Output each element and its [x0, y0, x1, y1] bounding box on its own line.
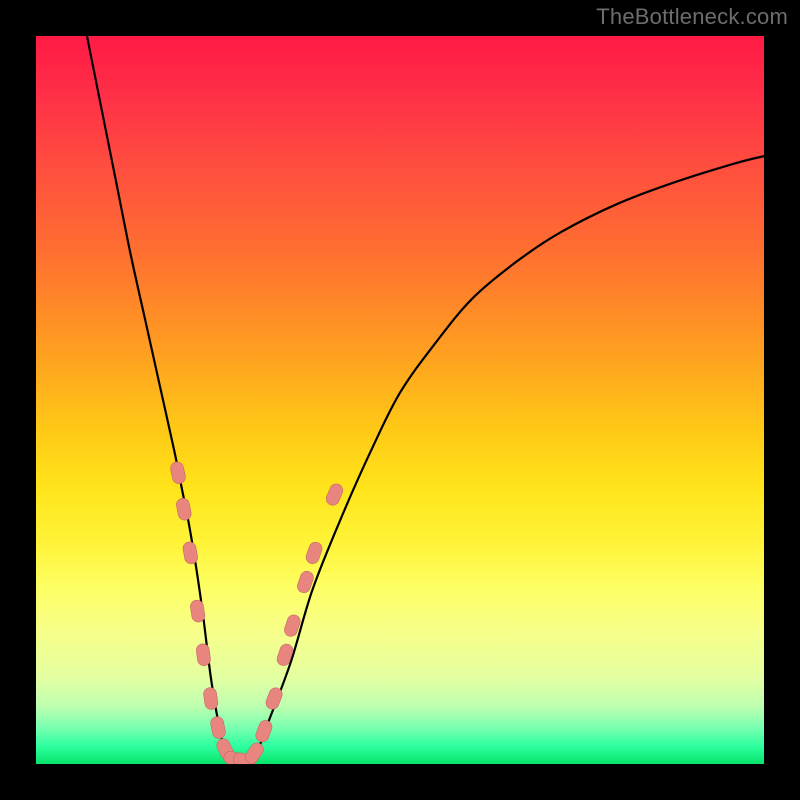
- data-marker: [254, 719, 274, 744]
- data-marker: [275, 642, 294, 667]
- chart-svg: [36, 36, 764, 764]
- data-marker: [175, 497, 192, 521]
- watermark-text: TheBottleneck.com: [596, 4, 788, 30]
- data-marker: [203, 687, 219, 711]
- bottleneck-curve: [87, 36, 764, 764]
- data-marker: [304, 540, 324, 565]
- data-marker: [196, 643, 212, 667]
- data-marker: [190, 599, 206, 623]
- data-marker: [182, 541, 199, 565]
- data-marker: [243, 740, 266, 764]
- data-marker: [169, 461, 186, 485]
- data-marker: [324, 482, 345, 507]
- plot-area: [36, 36, 764, 764]
- chart-frame: TheBottleneck.com: [0, 0, 800, 800]
- marker-group: [169, 461, 344, 764]
- data-marker: [209, 716, 226, 740]
